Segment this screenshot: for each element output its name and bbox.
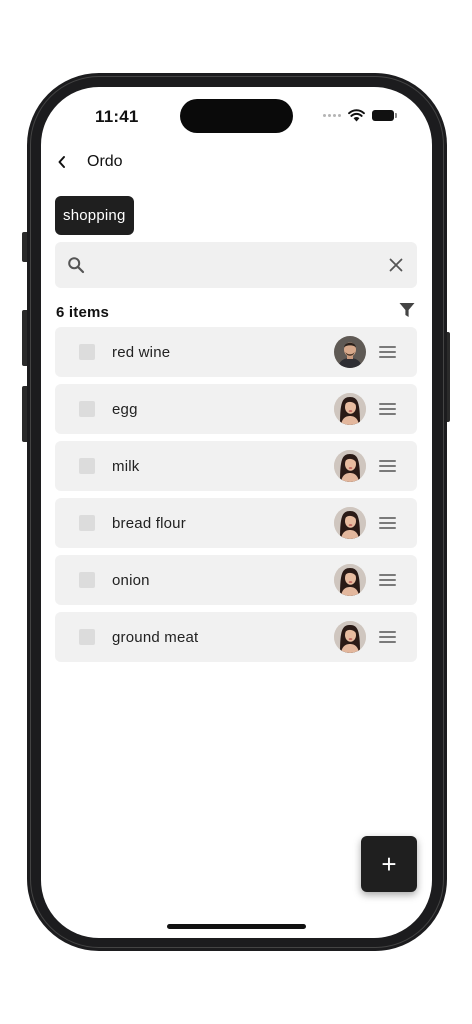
drag-handle[interactable] — [379, 517, 396, 529]
close-icon — [389, 258, 403, 272]
assignee-avatar — [334, 393, 366, 425]
item-label: bread flour — [112, 514, 186, 532]
app-screen: 11:41 Ordo shopping 6 items red wine egg… — [41, 87, 432, 938]
item-label: egg — [112, 400, 138, 418]
device-mockup: 11:41 Ordo shopping 6 items red wine egg… — [0, 0, 472, 1024]
items-header: 6 items — [56, 301, 415, 323]
status-icons — [323, 109, 397, 122]
assignee-avatar — [334, 621, 366, 653]
drag-handle[interactable] — [379, 574, 396, 586]
items-count: 6 items — [56, 303, 110, 321]
search-bar — [55, 242, 417, 288]
list-item[interactable]: ground meat — [55, 612, 417, 662]
chevron-left-icon — [58, 156, 65, 168]
list-item[interactable]: onion — [55, 555, 417, 605]
item-label: red wine — [112, 343, 171, 361]
item-checkbox[interactable] — [79, 629, 95, 645]
assignee-avatar — [334, 507, 366, 539]
list-item[interactable]: bread flour — [55, 498, 417, 548]
clear-search-button[interactable] — [389, 258, 403, 272]
item-label: ground meat — [112, 628, 199, 646]
page-title: Ordo — [87, 153, 123, 170]
item-list: red wine egg milk bread flour onion grou… — [55, 327, 417, 669]
item-checkbox[interactable] — [79, 515, 95, 531]
search-icon — [67, 256, 85, 274]
item-label: milk — [112, 457, 140, 475]
list-item[interactable]: milk — [55, 441, 417, 491]
plus-icon: + — [381, 848, 397, 879]
wifi-icon — [348, 109, 365, 122]
battery-icon — [372, 110, 397, 121]
item-checkbox[interactable] — [79, 458, 95, 474]
filter-icon — [399, 302, 415, 317]
status-time: 11:41 — [95, 107, 139, 126]
assignee-avatar — [334, 564, 366, 596]
item-checkbox[interactable] — [79, 344, 95, 360]
assignee-avatar — [334, 450, 366, 482]
list-item[interactable]: egg — [55, 384, 417, 434]
search-input[interactable] — [95, 255, 379, 275]
nav-bar: Ordo — [51, 149, 123, 175]
drag-handle[interactable] — [379, 460, 396, 472]
assignee-avatar — [334, 336, 366, 368]
home-indicator[interactable] — [167, 924, 306, 929]
item-checkbox[interactable] — [79, 572, 95, 588]
item-checkbox[interactable] — [79, 401, 95, 417]
tag-chip-shopping[interactable]: shopping — [55, 196, 134, 235]
item-label: onion — [112, 571, 150, 589]
add-item-button[interactable]: + — [361, 836, 417, 892]
drag-handle[interactable] — [379, 346, 396, 358]
drag-handle[interactable] — [379, 403, 396, 415]
filter-button[interactable] — [399, 302, 415, 323]
signal-dots-icon — [323, 114, 341, 117]
list-item[interactable]: red wine — [55, 327, 417, 377]
back-button[interactable] — [51, 149, 73, 175]
dynamic-island — [180, 99, 293, 133]
drag-handle[interactable] — [379, 631, 396, 643]
